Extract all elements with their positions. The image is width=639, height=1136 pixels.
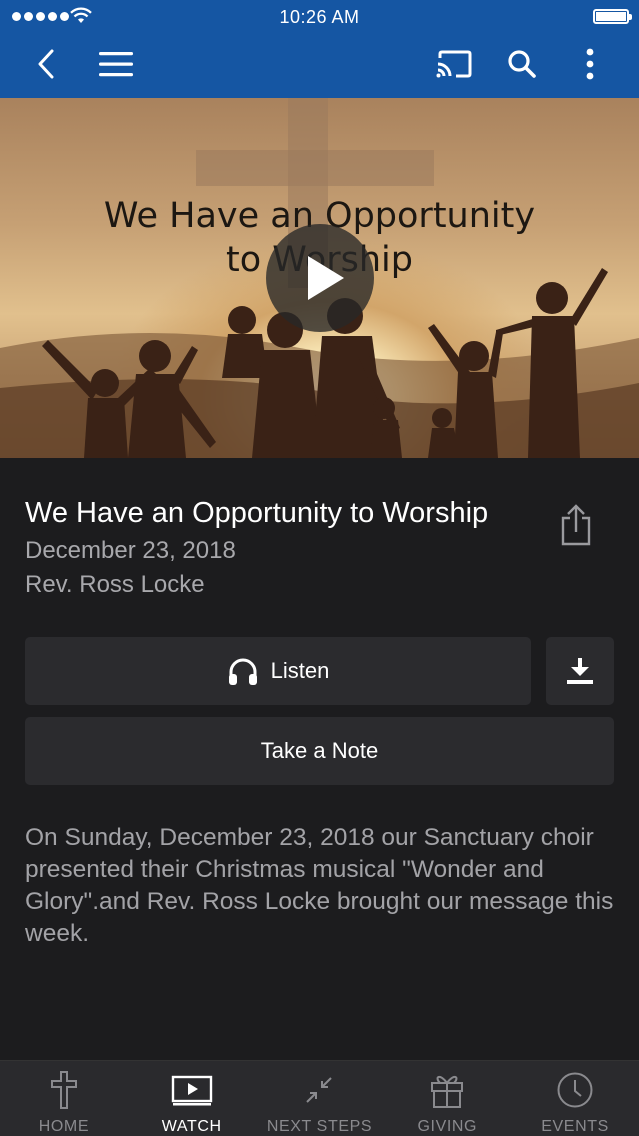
more-vertical-icon [586, 48, 594, 80]
tab-giving-label: GIVING [417, 1118, 478, 1135]
search-icon [508, 50, 536, 78]
tab-giving[interactable]: GIVING [383, 1061, 511, 1136]
sermon-title: We Have an Opportunity to Worship [25, 497, 489, 529]
sermon-date: December 23, 2018 [25, 537, 236, 564]
tab-watch[interactable]: WATCH [128, 1061, 256, 1136]
video-thumbnail[interactable]: We Have an Opportunity to Worship [0, 98, 639, 458]
top-bar: 10:26 AM [0, 0, 639, 98]
menu-button[interactable] [92, 40, 140, 88]
sermon-description: On Sunday, December 23, 2018 our Sanctua… [25, 824, 614, 947]
take-note-button[interactable]: Take a Note [25, 717, 614, 785]
video-play-icon [171, 1075, 212, 1105]
bottom-tab-bar: HOME WATCH NEXT STEPS GIVING EVENTS [0, 1060, 639, 1136]
share-button[interactable] [554, 502, 598, 548]
status-time: 10:26 AM [279, 7, 360, 27]
tab-home[interactable]: HOME [0, 1061, 128, 1136]
app-screen: 10:26 AM We Have an Opportunity to We Ha… [0, 0, 639, 1136]
more-options-button[interactable] [566, 40, 614, 88]
play-button[interactable] [266, 224, 374, 332]
battery-icon [593, 9, 632, 24]
search-button[interactable] [498, 40, 546, 88]
gift-icon [431, 1075, 464, 1108]
listen-button[interactable]: Listen [25, 637, 531, 705]
clock-icon [557, 1072, 593, 1107]
share-icon [561, 504, 591, 546]
tab-next-steps[interactable]: NEXT STEPS [256, 1061, 384, 1136]
tab-next-steps-label: NEXT STEPS [266, 1118, 373, 1135]
arrows-collapse-icon [306, 1076, 333, 1103]
back-button[interactable] [22, 40, 70, 88]
headphones-icon [228, 658, 257, 685]
tab-events[interactable]: EVENTS [511, 1061, 639, 1136]
take-note-label: Take a Note [260, 738, 379, 763]
tab-events-label: EVENTS [541, 1118, 609, 1135]
hamburger-icon [99, 52, 133, 77]
cast-icon [436, 50, 472, 78]
chevron-left-icon [38, 49, 54, 79]
sermon-speaker: Rev. Ross Locke [25, 571, 205, 598]
cast-button[interactable] [430, 40, 478, 88]
download-icon [567, 658, 593, 684]
tab-home-label: HOME [38, 1118, 90, 1135]
listen-label: Listen [270, 658, 330, 683]
tab-watch-label: WATCH [161, 1118, 222, 1135]
download-button[interactable] [546, 637, 614, 705]
cross-icon [50, 1070, 77, 1109]
status-bar: 10:26 AM [0, 0, 639, 34]
